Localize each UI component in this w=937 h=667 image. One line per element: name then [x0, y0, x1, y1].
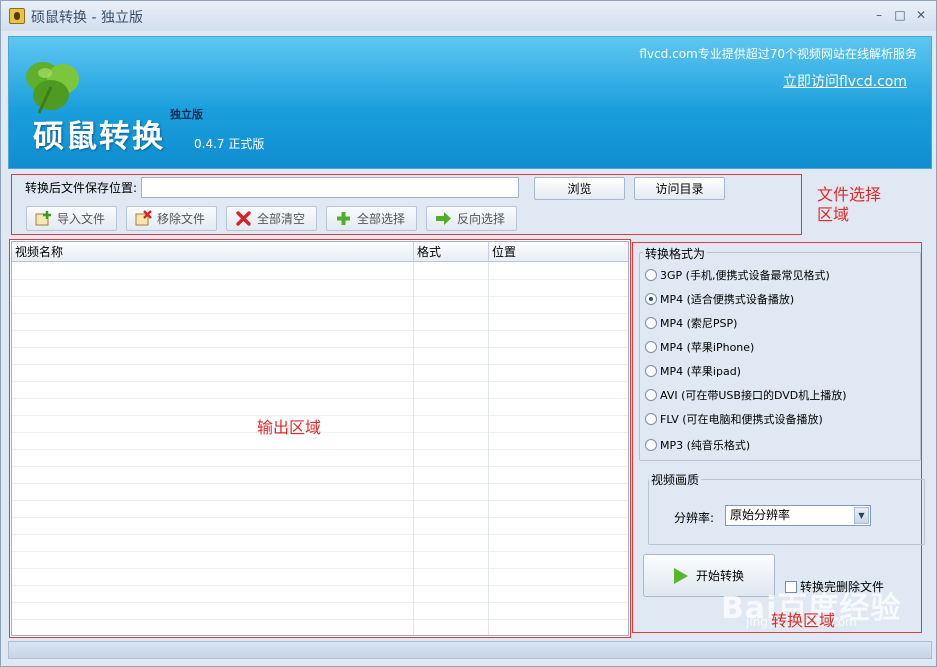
format-label: 3GP (手机,便携式设备最常见格式)	[660, 269, 830, 282]
output-area-annotation: 输出区域	[257, 418, 322, 437]
format-option-mp3[interactable]: MP3 (纯音乐格式)	[645, 437, 750, 453]
green-arrow-right-icon	[436, 212, 451, 225]
resolution-select[interactable]: 原始分辨率 ▼	[725, 505, 871, 526]
brand-name: 硕鼠转换	[33, 119, 165, 155]
format-label: MP4 (苹果ipad)	[660, 365, 741, 378]
browse-button[interactable]: 浏览	[534, 177, 625, 200]
format-label: AVI (可在带USB接口的DVD机上播放)	[660, 389, 847, 402]
save-location-input[interactable]	[141, 177, 519, 198]
maximize-icon[interactable]: □	[892, 7, 908, 23]
list-header: 视频名称 格式 位置	[12, 242, 628, 262]
status-bar	[8, 641, 932, 659]
save-location-label: 转换后文件保存位置:	[25, 181, 138, 195]
visit-directory-button[interactable]: 访问目录	[634, 177, 725, 200]
window-title: 硕鼠转换 - 独立版	[31, 10, 143, 26]
format-option-mp4-ipad[interactable]: MP4 (苹果ipad)	[645, 363, 741, 379]
chevron-down-icon[interactable]: ▼	[854, 507, 869, 524]
file-area-annotation-line2: 区域	[817, 205, 850, 224]
green-plus-icon	[337, 212, 350, 225]
clover-leaf-icon	[26, 62, 79, 114]
brand-edition: 独立版	[170, 108, 203, 121]
video-list[interactable]: 视频名称 格式 位置	[11, 241, 629, 636]
file-area-annotation-line1: 文件选择	[817, 185, 882, 204]
close-icon[interactable]: ✕	[913, 7, 929, 23]
radio-mp4-ipad[interactable]	[645, 365, 657, 377]
radio-avi[interactable]	[645, 389, 657, 401]
app-window: 硕鼠转换 - 独立版 – □ ✕ 硕鼠转换 独立版 0.4.7 正式版 flvc…	[0, 0, 937, 667]
app-mouse-icon	[9, 8, 25, 24]
remove-file-icon	[135, 210, 152, 226]
format-label: MP3 (纯音乐格式)	[660, 439, 751, 452]
format-group-title: 转换格式为	[643, 245, 708, 262]
format-option-3gp[interactable]: 3GP (手机,便携式设备最常见格式)	[645, 267, 830, 283]
red-x-icon	[236, 211, 251, 226]
format-label: MP4 (适合便携式设备播放)	[660, 293, 795, 306]
remove-file-button[interactable]: 移除文件	[126, 206, 217, 231]
format-option-avi[interactable]: AVI (可在带USB接口的DVD机上播放)	[645, 387, 847, 403]
quality-group-title: 视频画质	[649, 471, 702, 488]
format-label: FLV (可在电脑和便携式设备播放)	[660, 413, 823, 426]
resolution-label: 分辨率:	[674, 511, 715, 525]
radio-mp3[interactable]	[645, 439, 657, 451]
remove-file-label: 移除文件	[157, 212, 206, 226]
list-rows	[12, 263, 628, 635]
radio-flv[interactable]	[645, 413, 657, 425]
format-option-flv[interactable]: FLV (可在电脑和便携式设备播放)	[645, 411, 823, 427]
minimize-icon[interactable]: –	[871, 7, 887, 23]
column-header-location[interactable]: 位置	[489, 242, 628, 262]
conversion-area-annotation: 转换区域	[771, 611, 836, 630]
title-bar: 硕鼠转换 - 独立版 – □ ✕	[1, 1, 936, 31]
invert-selection-button[interactable]: 反向选择	[426, 206, 517, 231]
format-label: MP4 (索尼PSP)	[660, 317, 738, 330]
format-label: MP4 (苹果iPhone)	[660, 341, 755, 354]
import-file-label: 导入文件	[57, 212, 106, 226]
invert-selection-label: 反向选择	[457, 212, 506, 226]
start-convert-label: 开始转换	[695, 569, 744, 583]
clear-all-label: 全部清空	[257, 212, 306, 226]
format-option-mp4-psp[interactable]: MP4 (索尼PSP)	[645, 315, 737, 331]
play-icon	[673, 567, 688, 584]
add-file-icon	[35, 211, 51, 226]
radio-mp4-psp[interactable]	[645, 317, 657, 329]
resolution-value: 原始分辨率	[730, 508, 791, 522]
clear-all-button[interactable]: 全部清空	[226, 206, 317, 231]
version-label: 0.4.7 正式版	[194, 137, 265, 151]
import-file-button[interactable]: 导入文件	[26, 206, 117, 231]
format-group	[639, 252, 921, 461]
select-all-button[interactable]: 全部选择	[326, 206, 417, 231]
radio-mp4-portable[interactable]	[645, 293, 657, 305]
format-option-mp4-portable[interactable]: MP4 (适合便携式设备播放)	[645, 291, 794, 307]
radio-mp4-iphone[interactable]	[645, 341, 657, 353]
banner: 硕鼠转换 独立版 0.4.7 正式版 flvcd.com专业提供超过70个视频网…	[8, 36, 932, 169]
column-divider	[413, 242, 414, 635]
column-header-format[interactable]: 格式	[414, 242, 489, 262]
select-all-label: 全部选择	[357, 212, 406, 226]
radio-3gp[interactable]	[645, 269, 657, 281]
column-divider	[488, 242, 489, 635]
column-header-name[interactable]: 视频名称	[12, 242, 414, 262]
banner-tagline: flvcd.com专业提供超过70个视频网站在线解析服务	[639, 47, 917, 61]
format-option-mp4-iphone[interactable]: MP4 (苹果iPhone)	[645, 339, 754, 355]
flvcd-link[interactable]: 立即访问flvcd.com	[783, 71, 907, 91]
